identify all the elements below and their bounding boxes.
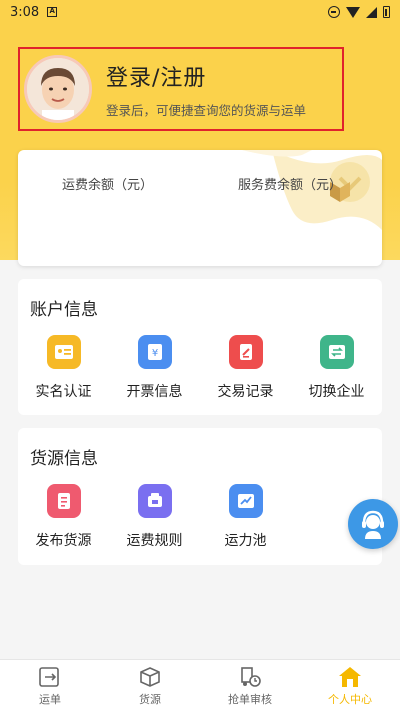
headset-icon: [362, 510, 384, 539]
capacity-pool-button[interactable]: 运力池: [200, 484, 291, 550]
tab-label: 抢单审核: [228, 693, 272, 706]
freight-rules-button[interactable]: 运费规则: [109, 484, 200, 550]
publish-icon: [46, 484, 81, 518]
transaction-record-button[interactable]: 交易记录: [200, 335, 291, 401]
notification-a-icon: A: [47, 7, 58, 17]
account-info-section: 账户信息 实名认证 ¥ 开票信息 交易记录 切换企业: [18, 279, 382, 415]
bottom-tab-bar: 运单 货源 抢单审核 个人中心: [0, 659, 400, 710]
record-icon: [228, 335, 263, 369]
tab-order-review[interactable]: 抢单审核: [200, 660, 300, 710]
tab-personal-center[interactable]: 个人中心: [300, 660, 400, 710]
id-card-icon: [46, 335, 81, 369]
grid-label: 交易记录: [217, 384, 274, 400]
avatar-face-icon: [27, 58, 89, 120]
tab-label: 运单: [39, 693, 61, 706]
invoice-info-button[interactable]: ¥ 开票信息: [109, 335, 200, 401]
grid-label: 开票信息: [126, 384, 183, 400]
real-name-auth-button[interactable]: 实名认证: [18, 335, 109, 401]
status-time: 3:08: [10, 4, 40, 20]
switch-icon: [319, 335, 354, 369]
switch-company-button[interactable]: 切换企业: [291, 335, 382, 401]
grid-label: 切换企业: [308, 384, 365, 400]
grid-label: 发布货源: [35, 533, 92, 549]
freight-balance-label[interactable]: 运费余额（元）: [62, 174, 153, 193]
grid-label: 实名认证: [35, 384, 92, 400]
home-icon: [338, 666, 362, 688]
login-register-button[interactable]: 登录/注册 登录后，可便捷查询您的货源与运单: [18, 47, 344, 131]
goods-box-icon: [138, 666, 162, 688]
customer-service-button[interactable]: [348, 499, 398, 549]
tab-waybill[interactable]: 运单: [0, 660, 100, 710]
section-title: 账户信息: [30, 300, 98, 320]
grid-label: 运力池: [224, 533, 267, 549]
avatar: [24, 55, 92, 123]
balance-card: 运费余额（元） 服务费余额（元）: [18, 150, 382, 266]
section-title: 货源信息: [30, 449, 98, 469]
truck-review-icon: [238, 666, 262, 688]
publish-goods-button[interactable]: 发布货源: [18, 484, 109, 550]
waybill-icon: [38, 666, 62, 688]
grid-label: 运费规则: [126, 533, 183, 549]
signal-icon: [366, 6, 377, 18]
capacity-icon: [228, 484, 263, 518]
battery-icon: [383, 6, 390, 18]
login-title: 登录/注册: [106, 65, 207, 91]
svg-text:¥: ¥: [151, 348, 157, 359]
service-balance-label[interactable]: 服务费余额（元）: [238, 174, 342, 193]
status-bar: 3:08 A: [0, 0, 400, 24]
wifi-icon: [346, 6, 360, 18]
tab-label: 个人中心: [328, 693, 372, 706]
login-subtitle: 登录后，可便捷查询您的货源与运单: [106, 102, 307, 118]
goods-info-section: 货源信息 发布货源 运费规则 运力池: [18, 428, 382, 565]
tab-label: 货源: [139, 693, 161, 706]
do-not-disturb-icon: [328, 6, 340, 18]
tab-goods[interactable]: 货源: [100, 660, 200, 710]
rules-icon: [137, 484, 172, 518]
invoice-icon: ¥: [137, 335, 172, 369]
